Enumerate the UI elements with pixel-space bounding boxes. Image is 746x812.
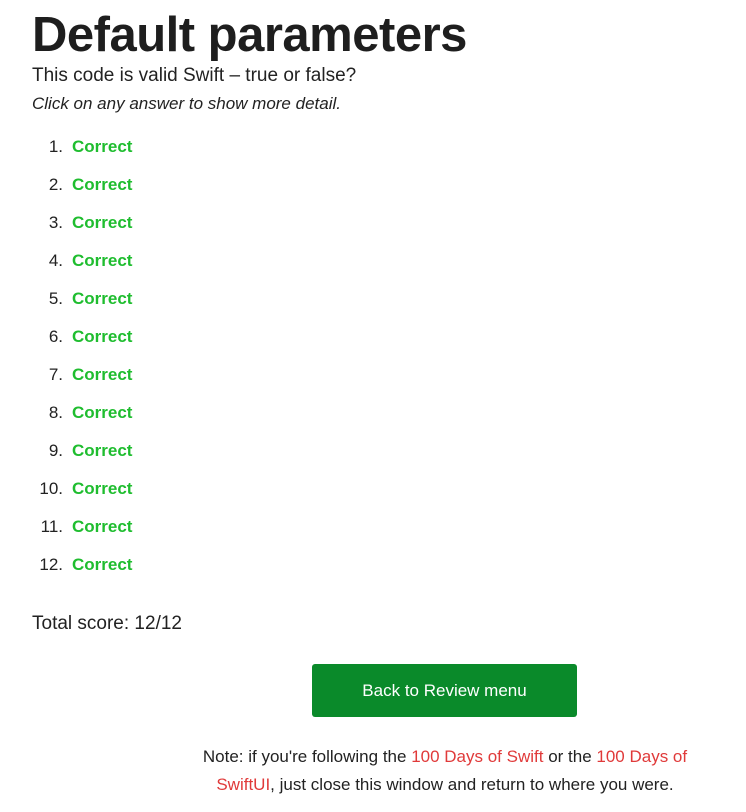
note-text: Note: if you're following the 100 Days o… (186, 743, 704, 799)
answer-number: 4. (48, 251, 63, 270)
note-text-part: Note: if you're following the (202, 747, 412, 766)
answer-result-link[interactable]: Correct (72, 318, 132, 356)
answer-number: 5. (48, 289, 63, 308)
answer-result-link[interactable]: Correct (72, 546, 132, 584)
instruction-text: Click on any answer to show more detail. (32, 94, 341, 113)
answer-number: 7. (48, 365, 63, 384)
question-text: This code is valid Swift – true or false… (32, 65, 357, 86)
answer-result-link[interactable]: Correct (72, 128, 132, 166)
answer-number: 1. (48, 137, 63, 156)
answer-result-link[interactable]: Correct (72, 394, 132, 432)
answer-result-link[interactable]: Correct (72, 166, 132, 204)
note-text-part: or the (543, 747, 597, 766)
answer-number: 12. (39, 555, 63, 574)
answer-number: 8. (48, 403, 63, 422)
answer-number: 9. (48, 441, 63, 460)
100-days-of-swift-link[interactable]: 100 Days of Swift (411, 747, 543, 766)
answer-number: 2. (48, 175, 63, 194)
answer-result-link[interactable]: Correct (72, 356, 132, 394)
page-title: Default parameters (32, 8, 467, 62)
answer-number: 3. (48, 213, 63, 232)
answer-result-link[interactable]: Correct (72, 280, 132, 318)
total-score: Total score: 12/12 (32, 613, 182, 634)
answer-number: 11. (40, 517, 63, 536)
answer-result-link[interactable]: Correct (72, 508, 132, 546)
answer-number: 10. (39, 479, 63, 498)
answer-result-link[interactable]: Correct (72, 470, 132, 508)
answer-result-link[interactable]: Correct (72, 242, 132, 280)
back-to-review-button[interactable]: Back to Review menu (312, 664, 577, 717)
answer-result-link[interactable]: Correct (72, 204, 132, 242)
note-text-part: , just close this window and return to w… (270, 775, 674, 794)
answer-result-link[interactable]: Correct (72, 432, 132, 470)
answer-number: 6. (48, 327, 63, 346)
